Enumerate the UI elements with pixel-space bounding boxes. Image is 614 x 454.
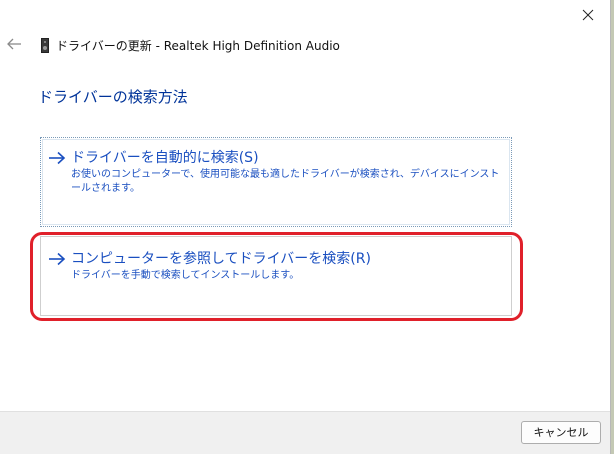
close-button[interactable]	[571, 2, 605, 28]
driver-update-dialog: ドライバーの更新 - Realtek High Definition Audio…	[0, 0, 611, 454]
right-arrow-icon	[49, 252, 66, 266]
option-description: ドライバーを手動で検索してインストールします。	[71, 270, 300, 281]
speaker-device-icon	[41, 38, 49, 53]
close-icon	[582, 9, 594, 21]
right-arrow-icon	[49, 151, 66, 165]
cancel-button[interactable]: キャンセル	[521, 421, 601, 444]
browse-computer-option[interactable]: コンピューターを参照してドライバーを検索(R) ドライバーを手動で検索してインス…	[40, 236, 512, 316]
option-title: コンピューターを参照してドライバーを検索(R)	[71, 251, 371, 267]
search-automatically-option[interactable]: ドライバーを自動的に検索(S) お使いのコンピューターで、使用可能な最も適したド…	[40, 137, 512, 227]
back-button[interactable]	[6, 36, 28, 56]
title-bar	[0, 0, 611, 30]
back-arrow-icon	[7, 38, 21, 50]
page-heading: ドライバーの検索方法	[38, 88, 188, 106]
option-description: お使いのコンピューターで、使用可能な最も適したドライバーが検索され、デバイスにイ…	[71, 169, 500, 194]
dialog-footer	[0, 411, 610, 454]
option-title: ドライバーを自動的に検索(S)	[71, 150, 259, 166]
dialog-title: ドライバーの更新 - Realtek High Definition Audio	[56, 39, 340, 53]
